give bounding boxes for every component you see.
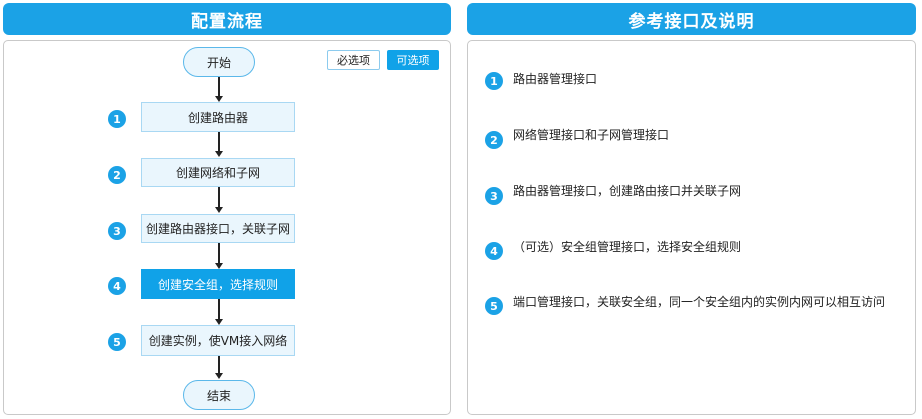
- ref-item-3: 路由器管理接口，创建路由接口并关联子网: [513, 183, 893, 200]
- legend-required-label: 必选项: [337, 54, 370, 67]
- ref-number: 3: [490, 189, 498, 203]
- reference-panel: [467, 40, 916, 415]
- flow-step-label: 创建网络和子网: [175, 166, 260, 180]
- flow-end-label: 结束: [206, 388, 231, 403]
- step-number: 4: [113, 279, 121, 293]
- step-number: 2: [113, 168, 121, 182]
- flow-step-5: 创建实例，使VM接入网络: [141, 325, 295, 356]
- flow-end-node: 结束: [183, 380, 255, 410]
- ref-text: 网络管理接口和子网管理接口: [513, 128, 670, 142]
- ref-number: 5: [490, 299, 498, 313]
- ref-text: 路由器管理接口: [513, 72, 598, 86]
- flow-step-label: 创建安全组，选择规则: [157, 277, 278, 292]
- flow-arrow-head: [215, 151, 223, 157]
- step-number: 5: [113, 335, 121, 349]
- legend-optional-label: 可选项: [396, 54, 430, 67]
- flow-arrow: [218, 187, 220, 207]
- flow-step-label: 创建路由器接口，关联子网: [145, 222, 290, 236]
- flow-arrow-head: [215, 207, 223, 213]
- ref-text: （可选）安全组管理接口，选择安全组规则: [513, 240, 742, 254]
- ref-badge-1: 1: [485, 72, 503, 90]
- ref-badge-4: 4: [485, 242, 503, 260]
- reference-title: 参考接口及说明: [628, 11, 755, 32]
- flow-arrow: [218, 132, 220, 151]
- flow-step-2: 创建网络和子网: [141, 158, 295, 187]
- ref-item-1: 路由器管理接口: [513, 71, 893, 88]
- ref-text: 端口管理接口，关联安全组，同一个安全组内的实例内网可以相互访问: [513, 295, 886, 309]
- config-flow-title: 配置流程: [191, 11, 263, 32]
- ref-badge-5: 5: [485, 297, 503, 315]
- step-badge-5: 5: [108, 333, 126, 351]
- ref-item-5: 端口管理接口，关联安全组，同一个安全组内的实例内网可以相互访问: [513, 294, 893, 311]
- ref-item-4: （可选）安全组管理接口，选择安全组规则: [513, 239, 893, 256]
- legend-required: 必选项: [327, 50, 380, 70]
- ref-badge-3: 3: [485, 187, 503, 205]
- ref-number: 1: [490, 74, 498, 88]
- flow-step-label: 创建路由器: [187, 110, 248, 125]
- flow-step-1: 创建路由器: [141, 102, 295, 132]
- step-number: 3: [113, 224, 121, 238]
- ref-number: 2: [490, 133, 498, 147]
- flow-arrow: [218, 356, 220, 374]
- flow-arrow: [218, 77, 220, 97]
- flow-step-3: 创建路由器接口，关联子网: [141, 214, 295, 243]
- step-badge-3: 3: [108, 222, 126, 240]
- flow-arrow: [218, 299, 220, 319]
- flow-arrow-head: [215, 373, 223, 379]
- flow-arrow: [218, 243, 220, 263]
- step-badge-1: 1: [108, 110, 126, 128]
- ref-item-2: 网络管理接口和子网管理接口: [513, 127, 893, 144]
- step-number: 1: [113, 112, 121, 126]
- step-badge-4: 4: [108, 277, 126, 295]
- ref-badge-2: 2: [485, 131, 503, 149]
- flow-start-label: 开始: [206, 55, 231, 70]
- config-flow-header: 配置流程: [3, 3, 451, 35]
- reference-header: 参考接口及说明: [467, 3, 916, 35]
- flow-start-node: 开始: [183, 47, 255, 77]
- flow-step-label: 创建实例，使VM接入网络: [148, 334, 288, 348]
- legend-optional: 可选项: [387, 50, 439, 70]
- ref-number: 4: [490, 244, 498, 258]
- flow-step-4: 创建安全组，选择规则: [141, 269, 295, 299]
- ref-text: 路由器管理接口，创建路由接口并关联子网: [513, 184, 742, 198]
- step-badge-2: 2: [108, 166, 126, 184]
